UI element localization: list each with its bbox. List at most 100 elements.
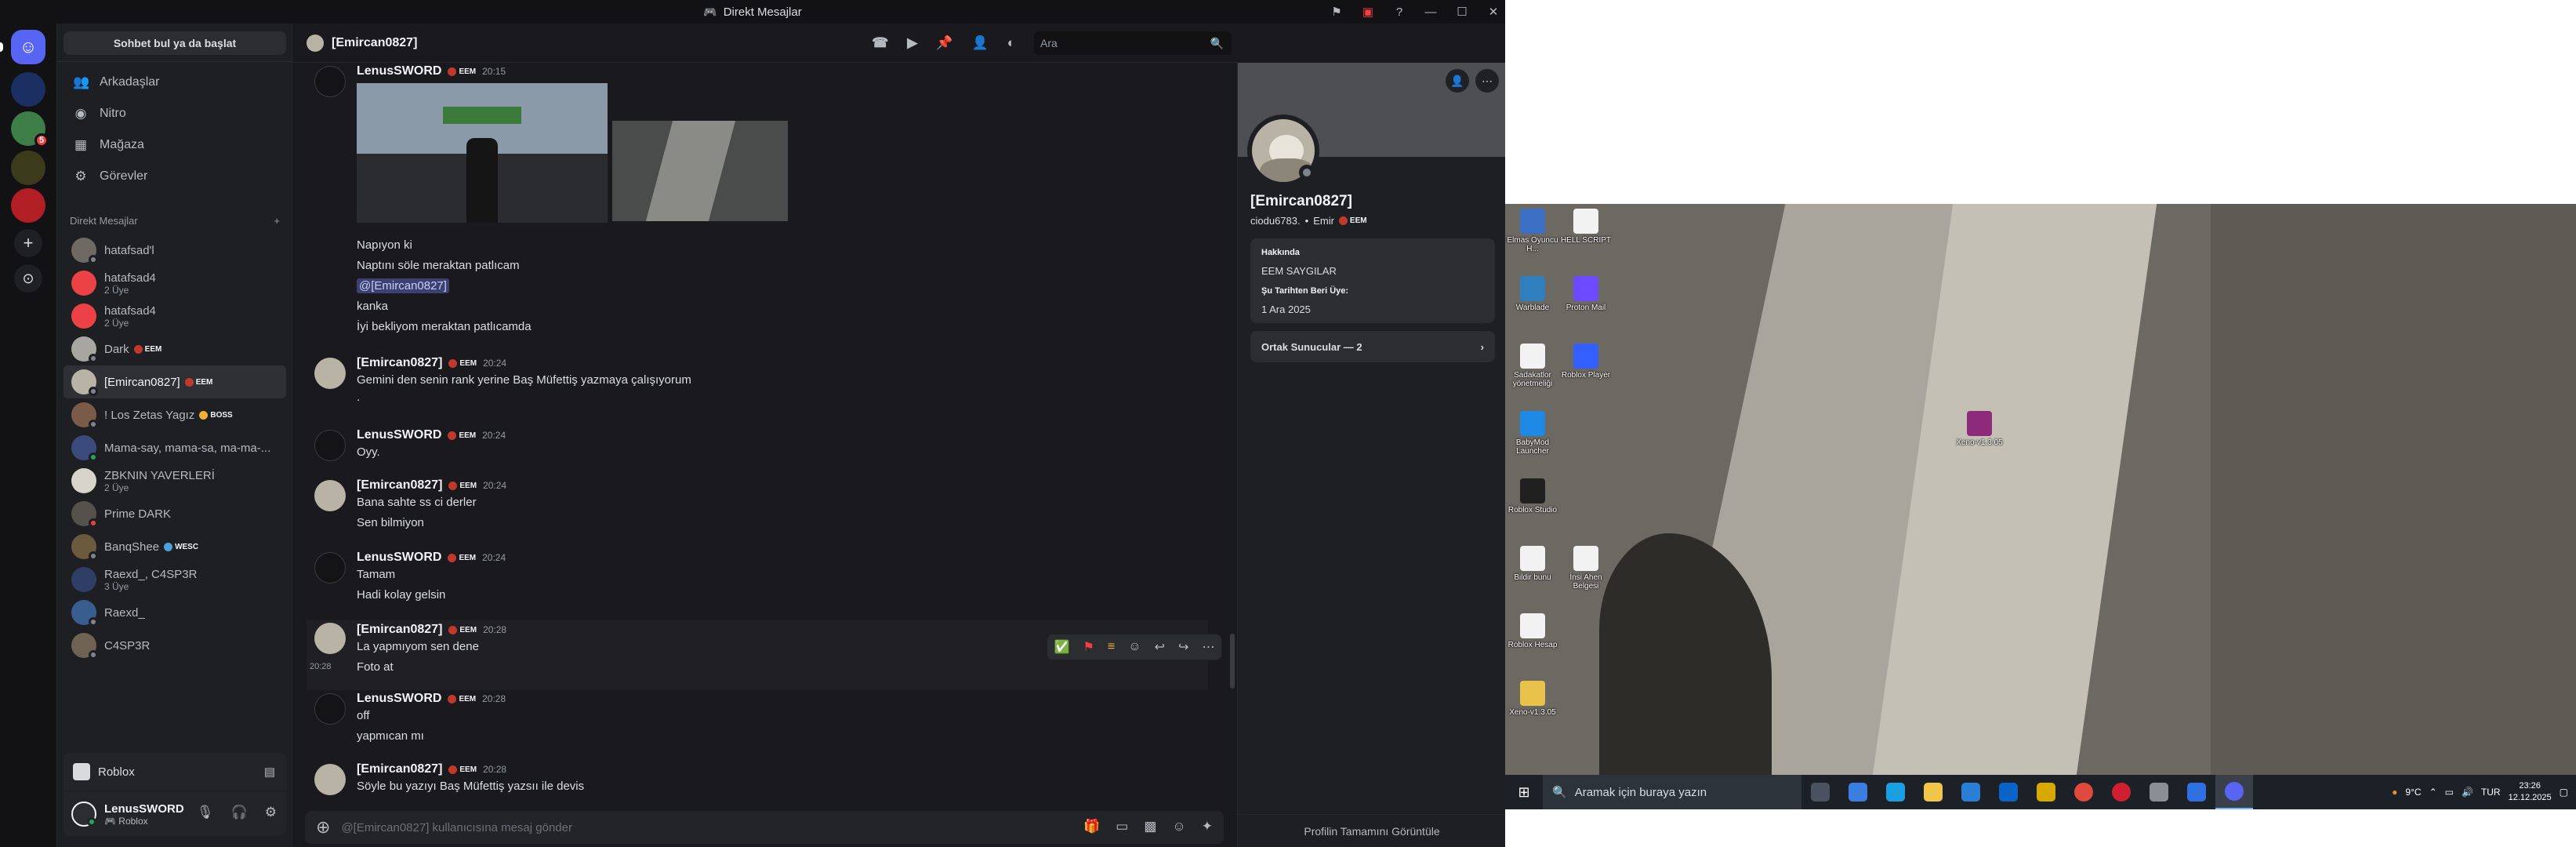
game-overlay-icon[interactable]: ▤ — [264, 765, 275, 779]
desktop-icon[interactable]: Roblox Hesap — [1505, 613, 1560, 649]
network-icon[interactable]: ▭ — [2445, 787, 2454, 798]
close-button[interactable]: ✕ — [1486, 5, 1500, 19]
nav-shop[interactable]: ▦ Mağaza — [63, 130, 286, 160]
dm-item[interactable]: ZBKNIN YAVERLERİ 2 Üye — [63, 464, 286, 497]
taskbar-app-discord[interactable] — [2215, 775, 2253, 809]
dm-item[interactable]: hatafsad4 2 Üye — [63, 267, 286, 300]
author-avatar[interactable] — [314, 623, 346, 654]
forward-icon[interactable]: ↪ — [1178, 639, 1188, 655]
image-attachment[interactable] — [612, 121, 788, 221]
chevron-up-icon[interactable]: ⌃ — [2429, 787, 2437, 798]
dm-item[interactable]: Raexd_, C4SP3R 3 Üye — [63, 563, 286, 596]
minimize-button[interactable]: — — [1424, 5, 1438, 19]
apps-icon[interactable]: ✦ — [1202, 819, 1213, 834]
dm-item-selected[interactable]: [Emircan0827] EEM — [63, 365, 286, 398]
taskbar-search[interactable]: 🔍 Aramak için buraya yazın — [1543, 775, 1801, 809]
desktop-icon[interactable]: BabyMod Launcher — [1505, 411, 1560, 456]
reaction-rainbow-icon[interactable]: ≡ — [1108, 640, 1115, 654]
task-view-button[interactable] — [1801, 775, 1839, 809]
nav-nitro[interactable]: ◉ Nitro — [63, 99, 286, 129]
taskbar-app[interactable] — [2065, 775, 2103, 809]
author-name[interactable]: [Emircan0827] — [357, 762, 442, 776]
taskbar-app[interactable] — [1914, 775, 1952, 809]
author-avatar[interactable] — [314, 358, 346, 389]
dm-item[interactable]: Raexd_ — [63, 596, 286, 629]
inbox-icon[interactable]: ⚑ — [1330, 5, 1344, 19]
author-name[interactable]: [Emircan0827] — [357, 623, 442, 637]
nav-quests[interactable]: ⚙ Görevler — [63, 162, 286, 191]
dm-item[interactable]: BanqShee WESC — [63, 530, 286, 563]
user-avatar[interactable] — [71, 802, 96, 827]
profile-username[interactable]: ciodu6783. — [1250, 215, 1301, 227]
notification-icon[interactable]: ▢ — [2560, 787, 2568, 798]
server-icon[interactable] — [11, 188, 45, 223]
taskbar-app[interactable] — [2178, 775, 2215, 809]
more-icon[interactable]: ⋯ — [1475, 69, 1499, 93]
view-full-profile-button[interactable]: Profilin Tamamını Görüntüle — [1238, 814, 1505, 847]
dm-item[interactable]: Prime DARK — [63, 497, 286, 530]
image-attachment[interactable] — [357, 83, 608, 223]
author-avatar[interactable] — [314, 480, 346, 511]
add-reaction-icon[interactable]: ☺ — [1128, 640, 1141, 654]
home-button[interactable]: ☺ — [0, 30, 45, 64]
video-call-icon[interactable]: ▶ — [907, 35, 917, 51]
taskbar-app[interactable] — [2027, 775, 2065, 809]
add-friends-icon[interactable]: 👤 — [972, 35, 989, 51]
taskbar-app[interactable] — [2140, 775, 2178, 809]
reply-icon[interactable]: ↩ — [1155, 639, 1165, 655]
mutual-servers-card[interactable]: Ortak Sunucular — 2 › — [1250, 331, 1495, 362]
attach-plus-icon[interactable]: ⊕ — [316, 817, 330, 838]
desktop-icon[interactable]: Proton Mail — [1558, 276, 1613, 312]
desktop-icon[interactable]: Sadakatlor yönetmeliği — [1505, 344, 1560, 388]
clock[interactable]: 23:26 12.12.2025 — [2509, 780, 2552, 804]
desktop-icon[interactable]: Elmas Oyuncu H... — [1505, 209, 1560, 253]
dm-item[interactable]: Mama-say, mama-sa, ma-ma-... — [63, 431, 286, 464]
maximize-button[interactable]: ☐ — [1455, 5, 1469, 19]
desktop-icon[interactable]: Xeno-v1.3.05 — [1952, 411, 2007, 447]
taskbar-app[interactable] — [1839, 775, 1877, 809]
desktop-icon[interactable]: HELL SCRIPT — [1558, 209, 1613, 245]
more-options-icon[interactable]: ⋯ — [1202, 639, 1214, 655]
add-server-button[interactable]: + — [14, 229, 42, 257]
weather-icon[interactable]: ● — [2392, 787, 2397, 798]
weather-temp[interactable]: 9°C — [2405, 787, 2421, 798]
dm-item[interactable]: C4SP3R — [63, 629, 286, 662]
headphones-icon[interactable]: 🎧 — [231, 805, 248, 820]
author-name[interactable]: [Emircan0827] — [357, 356, 442, 370]
server-icon[interactable] — [11, 151, 45, 185]
dm-item[interactable]: hatafsad4 2 Üye — [63, 300, 286, 333]
add-friend-icon[interactable]: 👤 — [1446, 69, 1469, 93]
call-icon[interactable]: ☎ — [872, 35, 888, 51]
sticker-icon[interactable]: ▩ — [1144, 819, 1156, 834]
dm-item[interactable]: ! Los Zetas Yagız BOSS — [63, 398, 286, 431]
author-name[interactable]: LenusSWORD — [357, 692, 441, 706]
taskbar-app[interactable] — [1877, 775, 1914, 809]
profile-toggle-icon[interactable]: ◐ — [1007, 35, 1015, 51]
author-avatar[interactable] — [314, 552, 346, 583]
author-name[interactable]: [Emircan0827] — [357, 478, 442, 493]
dm-item[interactable]: Dark EEM — [63, 333, 286, 365]
author-avatar[interactable] — [314, 693, 346, 725]
gift-icon[interactable]: 🎁 — [1083, 819, 1100, 834]
reaction-flag-icon[interactable]: ⚑ — [1083, 639, 1094, 655]
author-avatar[interactable] — [314, 764, 346, 795]
author-name[interactable]: LenusSWORD — [357, 64, 441, 78]
emoji-icon[interactable]: ☺ — [1172, 819, 1185, 834]
desktop-icon[interactable]: Roblox Studio — [1505, 478, 1560, 514]
settings-gear-icon[interactable]: ⚙ — [265, 805, 277, 820]
activity-panel[interactable]: Roblox ▤ — [63, 753, 286, 791]
server-icon[interactable]: 5 — [11, 111, 49, 147]
author-name[interactable]: LenusSWORD — [357, 428, 441, 442]
gif-icon[interactable]: ▭ — [1116, 819, 1128, 834]
pin-icon[interactable]: 📌 — [936, 35, 952, 51]
author-avatar[interactable] — [314, 430, 346, 461]
reaction-check-icon[interactable]: ✅ — [1054, 639, 1070, 655]
taskbar-app[interactable] — [1990, 775, 2027, 809]
microphone-icon[interactable]: 🎙 — [197, 805, 214, 820]
author-name[interactable]: LenusSWORD — [357, 551, 441, 565]
desktop-icon[interactable]: İnsi Ahen Belgesi — [1558, 546, 1613, 591]
screen-share-icon[interactable]: ▣ — [1361, 5, 1375, 19]
volume-icon[interactable]: 🔊 — [2462, 787, 2473, 798]
find-conversation-button[interactable]: Sohbet bul ya da başlat — [63, 31, 286, 55]
desktop-icon[interactable]: Roblox Player — [1558, 344, 1613, 380]
